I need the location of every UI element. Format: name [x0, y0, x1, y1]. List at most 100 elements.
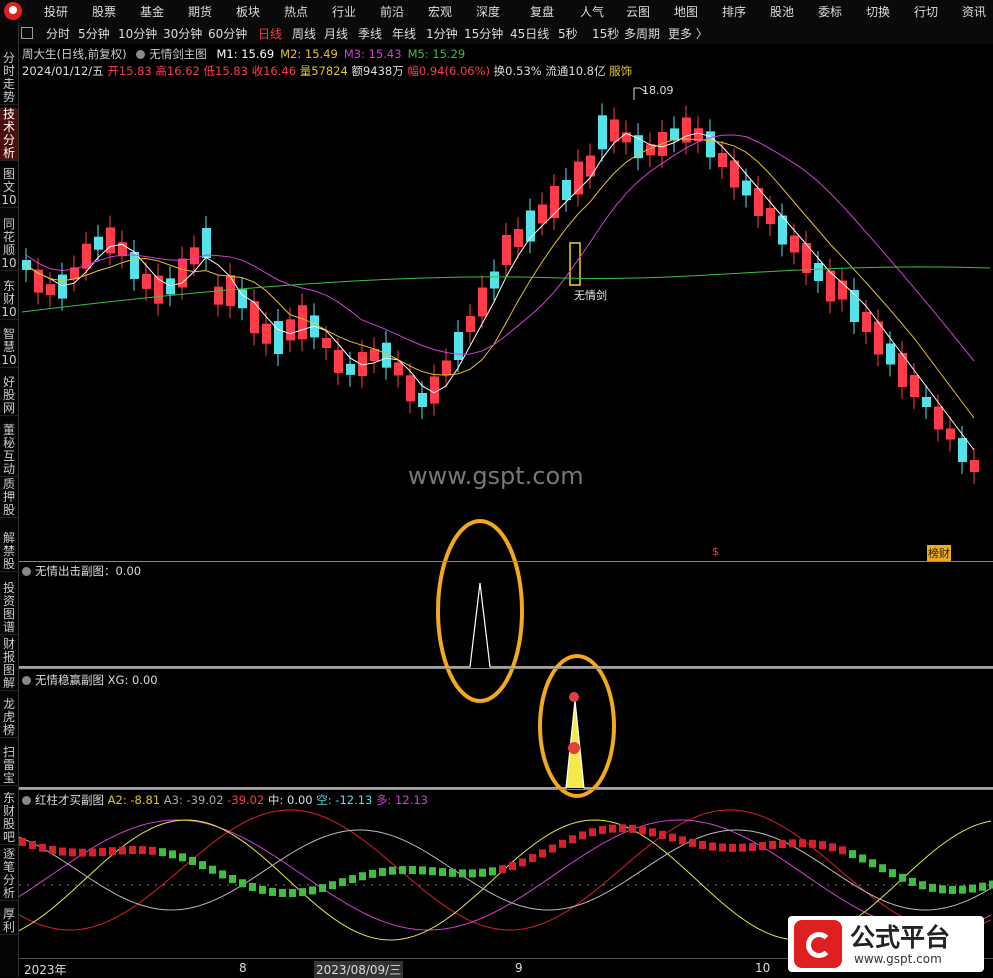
- candle-body: [214, 286, 223, 305]
- candle-body: [514, 229, 523, 247]
- candle-body: [946, 428, 955, 440]
- panel3-dropdown-icon[interactable]: [22, 676, 31, 685]
- candle-body: [538, 204, 547, 224]
- panel4-block: [259, 885, 266, 894]
- candle-body: [466, 316, 475, 332]
- panel4-block: [539, 849, 546, 858]
- peak-price-label: 18.09: [642, 84, 674, 97]
- candle-body: [142, 273, 151, 289]
- candle-body: [934, 406, 943, 430]
- panel4-block: [519, 858, 526, 867]
- panel4-block: [729, 843, 736, 852]
- panel4-block: [559, 839, 566, 848]
- panel4-title[interactable]: 红柱才买副图: [35, 793, 104, 807]
- panel-divider-2[interactable]: [19, 668, 993, 669]
- panel4-block: [619, 824, 626, 833]
- panel4-block: [129, 846, 136, 855]
- panel4-block: [589, 828, 596, 837]
- panel4-block: [599, 825, 606, 834]
- panel4-block: [369, 869, 376, 878]
- candle-body: [286, 319, 295, 341]
- candle-body: [910, 375, 919, 397]
- panel4-block: [779, 839, 786, 848]
- candle-body: [970, 460, 979, 472]
- panel4-block: [379, 867, 386, 876]
- candle-body: [742, 180, 751, 196]
- panel4-block: [769, 840, 776, 849]
- badge-url: www.gspt.com: [854, 952, 942, 966]
- candle-body: [922, 397, 931, 407]
- panel4-block: [629, 824, 636, 833]
- panel4-block: [509, 862, 516, 871]
- event-mark-dollar[interactable]: $: [712, 545, 719, 558]
- panel4-block: [939, 885, 946, 894]
- candle-body: [490, 271, 499, 289]
- panel4-block: [689, 838, 696, 847]
- panel4-block: [739, 843, 746, 852]
- panel3-title[interactable]: 无情稳赢副图: [35, 673, 104, 687]
- panel4-block: [59, 847, 66, 856]
- candle-body: [790, 235, 799, 253]
- panel4-block: [579, 831, 586, 840]
- candle-body: [862, 312, 871, 332]
- panel4-block: [49, 845, 56, 854]
- event-mark-finance[interactable]: 榜财: [927, 545, 951, 561]
- panel3-header: 无情稳赢副图 XG: 0.00: [22, 672, 158, 688]
- panel-divider-1[interactable]: [19, 561, 993, 562]
- panel4-block: [849, 850, 856, 859]
- panel2-header: 无情出击副图：0.00: [22, 563, 141, 579]
- panel4-block: [709, 842, 716, 851]
- gspt-badge[interactable]: 公式平台 www.gspt.com: [788, 916, 984, 972]
- panel4-block: [829, 843, 836, 852]
- panel4-block: [419, 866, 426, 875]
- panel4-block: [389, 866, 396, 875]
- candle-body: [46, 284, 55, 296]
- panel4-block: [229, 875, 236, 884]
- candle-body: [442, 360, 451, 376]
- candle-body: [94, 236, 103, 250]
- panel4-block: [969, 884, 976, 893]
- candle-body: [766, 208, 775, 224]
- panel4-block: [139, 846, 146, 855]
- panel4-block: [719, 843, 726, 852]
- panel4-block: [169, 850, 176, 859]
- x-axis-label: 8: [239, 961, 247, 975]
- panel2-title[interactable]: 无情出击副图：0.00: [35, 564, 141, 578]
- candle-body: [598, 115, 607, 150]
- candle-body: [262, 323, 271, 344]
- panel4-block: [489, 867, 496, 876]
- candle-body: [670, 128, 679, 141]
- panel4-block: [429, 867, 436, 876]
- candle-body: [298, 305, 307, 340]
- panel4-block: [949, 885, 956, 894]
- panel4-kong: 空: -12.13: [316, 793, 373, 807]
- panel4-block: [199, 861, 206, 870]
- panel4-block: [439, 868, 446, 877]
- panel4-dropdown-icon[interactable]: [22, 796, 31, 805]
- panel4-block: [89, 848, 96, 857]
- panel4-block: [679, 836, 686, 845]
- panel2-dropdown-icon[interactable]: [22, 567, 31, 576]
- candle-body: [430, 376, 439, 404]
- panel4-block: [609, 824, 616, 833]
- panel4-block: [149, 846, 156, 855]
- panel4-block: [989, 880, 993, 889]
- panel-divider-3[interactable]: [19, 789, 993, 790]
- candle-body: [190, 247, 199, 265]
- panel4-header: 红柱才买副图 A2: -8.81 A3: -39.02 -39.02 中: 0.…: [22, 792, 428, 808]
- candle-body: [418, 392, 427, 407]
- candle-body: [586, 155, 595, 177]
- panel4-block: [809, 839, 816, 848]
- panel4-block: [19, 837, 26, 846]
- panel4-block: [269, 887, 276, 896]
- panel4-block: [869, 859, 876, 868]
- badge-title: 公式平台: [850, 923, 951, 952]
- candle-body: [610, 119, 619, 142]
- panel4-block: [119, 846, 126, 855]
- candle-body: [562, 180, 571, 200]
- panel4-block: [759, 842, 766, 851]
- panel4-block: [359, 872, 366, 881]
- panel4-block: [309, 886, 316, 895]
- panel4-block: [469, 869, 476, 878]
- candle-body: [58, 274, 67, 299]
